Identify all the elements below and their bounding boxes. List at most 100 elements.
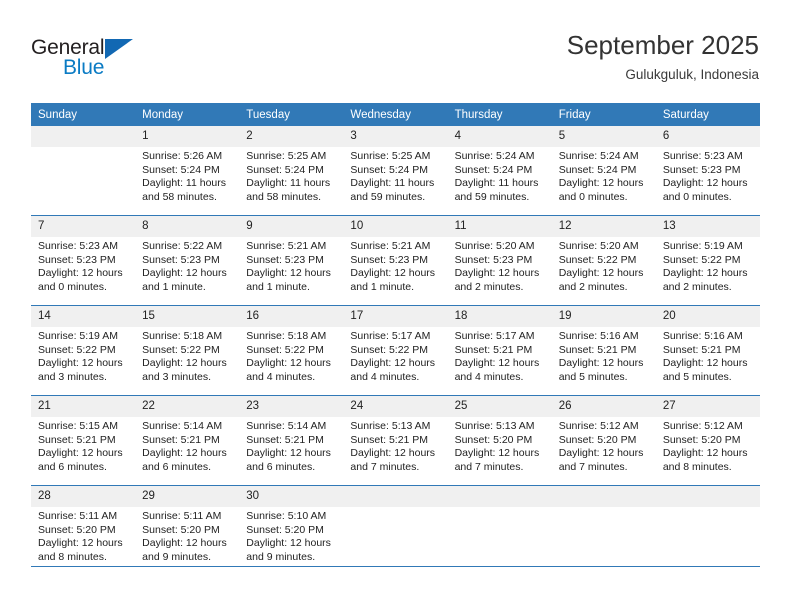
day-cell-inner: 5 Sunrise: 5:24 AM Sunset: 5:24 PM Daylight… bbox=[551, 126, 656, 215]
calendar-day-cell[interactable]: 23 Sunrise: 5:14 AM Sunset: 5:21 PM Dayligh… bbox=[239, 395, 344, 486]
day-cell-inner: 14 Sunrise: 5:19 AM Sunset: 5:22 PM Dayligh… bbox=[31, 306, 136, 395]
day-sun-info: Sunrise: 5:17 AM Sunset: 5:22 PM Daylight:… bbox=[343, 327, 447, 384]
calendar-day-cell[interactable]: 28 Sunrise: 5:11 AM Sunset: 5:20 PM Dayligh… bbox=[31, 485, 136, 575]
calendar-day-cell[interactable]: 18 Sunrise: 5:17 AM Sunset: 5:21 PM Dayligh… bbox=[447, 305, 552, 396]
calendar-day-cell bbox=[343, 485, 448, 575]
day-sun-info: Sunrise: 5:22 AM Sunset: 5:23 PM Daylight:… bbox=[135, 237, 239, 294]
day-number bbox=[31, 126, 136, 147]
calendar-day-cell[interactable]: 9 Sunrise: 5:21 AM Sunset: 5:23 PM Daylight… bbox=[239, 215, 344, 306]
sunset-text: Sunset: 5:22 PM bbox=[350, 343, 429, 356]
day-number: 5 bbox=[551, 126, 656, 147]
daylight-text: Daylight: 12 hours and 7 minutes. bbox=[454, 447, 540, 473]
sunrise-text: Sunrise: 5:25 AM bbox=[350, 150, 431, 162]
calendar-day-cell[interactable]: 25 Sunrise: 5:13 AM Sunset: 5:20 PM Dayligh… bbox=[447, 395, 552, 486]
calendar-day-cell[interactable]: 27 Sunrise: 5:12 AM Sunset: 5:20 PM Dayligh… bbox=[655, 395, 760, 486]
day-number: 22 bbox=[135, 396, 240, 417]
sunrise-text: Sunrise: 5:15 AM bbox=[38, 420, 118, 432]
day-sun-info: Sunrise: 5:18 AM Sunset: 5:22 PM Daylight:… bbox=[135, 327, 239, 384]
day-sun-info: Sunrise: 5:25 AM Sunset: 5:24 PM Daylight:… bbox=[343, 147, 447, 204]
sunrise-text: Sunrise: 5:26 AM bbox=[142, 150, 223, 162]
calendar-day-cell[interactable]: 11 Sunrise: 5:20 AM Sunset: 5:23 PM Dayligh… bbox=[447, 215, 552, 306]
day-cell-inner: 13 Sunrise: 5:19 AM Sunset: 5:22 PM Dayligh… bbox=[655, 216, 760, 305]
calendar-day-cell[interactable]: 30 Sunrise: 5:10 AM Sunset: 5:20 PM Dayligh… bbox=[239, 485, 344, 575]
day-cell-inner: 19 Sunrise: 5:16 AM Sunset: 5:21 PM Dayligh… bbox=[551, 306, 656, 395]
daylight-text: Daylight: 12 hours and 2 minutes. bbox=[662, 267, 748, 293]
calendar-day-cell[interactable]: 19 Sunrise: 5:16 AM Sunset: 5:21 PM Dayligh… bbox=[551, 305, 656, 396]
daylight-text: Daylight: 12 hours and 4 minutes. bbox=[454, 357, 540, 383]
day-sun-info: Sunrise: 5:21 AM Sunset: 5:23 PM Daylight:… bbox=[239, 237, 343, 294]
calendar-day-cell[interactable]: 2 Sunrise: 5:25 AM Sunset: 5:24 PM Daylight… bbox=[239, 126, 344, 216]
daylight-text: Daylight: 11 hours and 59 minutes. bbox=[350, 177, 435, 203]
daylight-text: Daylight: 12 hours and 3 minutes. bbox=[142, 357, 227, 383]
daylight-text: Daylight: 11 hours and 58 minutes. bbox=[142, 177, 226, 203]
sunset-text: Sunset: 5:21 PM bbox=[246, 433, 324, 446]
calendar-page: General Blue September 2025 Gulukguluk, … bbox=[0, 0, 792, 612]
sunrise-text: Sunrise: 5:20 AM bbox=[454, 240, 535, 252]
calendar-week-row: 21 Sunrise: 5:15 AM Sunset: 5:21 PM Dayligh… bbox=[31, 395, 760, 486]
daylight-text: Daylight: 12 hours and 1 minute. bbox=[142, 267, 227, 293]
day-number: 20 bbox=[655, 306, 760, 327]
day-number: 7 bbox=[31, 216, 136, 237]
calendar-day-cell[interactable]: 29 Sunrise: 5:11 AM Sunset: 5:20 PM Dayligh… bbox=[135, 485, 240, 575]
day-number: 1 bbox=[135, 126, 240, 147]
daylight-text: Daylight: 12 hours and 1 minute. bbox=[350, 267, 436, 293]
calendar-day-cell[interactable]: 22 Sunrise: 5:14 AM Sunset: 5:21 PM Dayligh… bbox=[135, 395, 240, 486]
calendar-day-cell[interactable]: 5 Sunrise: 5:24 AM Sunset: 5:24 PM Daylight… bbox=[551, 126, 656, 216]
daylight-text: Daylight: 12 hours and 3 minutes. bbox=[38, 357, 123, 383]
sunrise-text: Sunrise: 5:14 AM bbox=[246, 420, 327, 432]
day-number: 18 bbox=[447, 306, 552, 327]
calendar-day-cell[interactable]: 4 Sunrise: 5:24 AM Sunset: 5:24 PM Daylight… bbox=[447, 126, 552, 216]
weekday-header-wednesday: Wednesday bbox=[343, 103, 448, 126]
calendar-day-cell bbox=[655, 485, 760, 575]
day-cell-inner: 26 Sunrise: 5:12 AM Sunset: 5:20 PM Dayligh… bbox=[551, 396, 656, 485]
calendar-day-cell[interactable]: 20 Sunrise: 5:16 AM Sunset: 5:21 PM Dayligh… bbox=[655, 305, 760, 396]
sunrise-text: Sunrise: 5:13 AM bbox=[350, 420, 431, 432]
day-number: 16 bbox=[239, 306, 344, 327]
sunset-text: Sunset: 5:21 PM bbox=[454, 343, 533, 356]
sunrise-text: Sunrise: 5:11 AM bbox=[38, 510, 118, 522]
day-cell-inner: 4 Sunrise: 5:24 AM Sunset: 5:24 PM Daylight… bbox=[447, 126, 552, 215]
day-number: 25 bbox=[447, 396, 552, 417]
day-cell-inner: 12 Sunrise: 5:20 AM Sunset: 5:22 PM Dayligh… bbox=[551, 216, 656, 305]
calendar-day-cell[interactable]: 13 Sunrise: 5:19 AM Sunset: 5:22 PM Dayligh… bbox=[655, 215, 760, 306]
sunrise-text: Sunrise: 5:19 AM bbox=[662, 240, 743, 252]
calendar-day-cell[interactable]: 21 Sunrise: 5:15 AM Sunset: 5:21 PM Dayligh… bbox=[31, 395, 136, 486]
calendar-day-cell[interactable]: 17 Sunrise: 5:17 AM Sunset: 5:22 PM Dayligh… bbox=[343, 305, 448, 396]
sunset-text: Sunset: 5:20 PM bbox=[246, 523, 324, 536]
calendar-day-cell[interactable]: 10 Sunrise: 5:21 AM Sunset: 5:23 PM Dayligh… bbox=[343, 215, 448, 306]
sunset-text: Sunset: 5:20 PM bbox=[662, 433, 741, 446]
sunset-text: Sunset: 5:21 PM bbox=[142, 433, 220, 446]
day-cell-inner: 25 Sunrise: 5:13 AM Sunset: 5:20 PM Dayligh… bbox=[447, 396, 552, 485]
calendar-day-cell[interactable]: 3 Sunrise: 5:25 AM Sunset: 5:24 PM Daylight… bbox=[343, 126, 448, 216]
day-cell-inner: 24 Sunrise: 5:13 AM Sunset: 5:21 PM Dayligh… bbox=[343, 396, 448, 485]
day-cell-inner: 3 Sunrise: 5:25 AM Sunset: 5:24 PM Daylight… bbox=[343, 126, 448, 215]
calendar-day-cell[interactable]: 26 Sunrise: 5:12 AM Sunset: 5:20 PM Dayligh… bbox=[551, 395, 656, 486]
calendar-day-cell[interactable]: 14 Sunrise: 5:19 AM Sunset: 5:22 PM Dayligh… bbox=[31, 305, 136, 396]
sunset-text: Sunset: 5:22 PM bbox=[662, 253, 741, 266]
day-number: 26 bbox=[551, 396, 656, 417]
day-cell-inner: 11 Sunrise: 5:20 AM Sunset: 5:23 PM Dayligh… bbox=[447, 216, 552, 305]
sunset-text: Sunset: 5:23 PM bbox=[454, 253, 533, 266]
calendar-day-cell[interactable]: 24 Sunrise: 5:13 AM Sunset: 5:21 PM Dayligh… bbox=[343, 395, 448, 486]
calendar-day-cell[interactable]: 16 Sunrise: 5:18 AM Sunset: 5:22 PM Dayligh… bbox=[239, 305, 344, 396]
calendar-week-row: 7 Sunrise: 5:23 AM Sunset: 5:23 PM Daylight… bbox=[31, 215, 760, 306]
sunset-text: Sunset: 5:24 PM bbox=[454, 163, 533, 176]
calendar-day-cell[interactable]: 6 Sunrise: 5:23 AM Sunset: 5:23 PM Daylight… bbox=[655, 126, 760, 216]
weekday-header-friday: Friday bbox=[551, 103, 656, 126]
calendar-day-cell[interactable]: 8 Sunrise: 5:22 AM Sunset: 5:23 PM Daylight… bbox=[135, 215, 240, 306]
weekday-header-row: Sunday Monday Tuesday Wednesday Thursday… bbox=[31, 103, 760, 126]
page-subtitle: Gulukguluk, Indonesia bbox=[625, 67, 759, 82]
day-cell-inner: 17 Sunrise: 5:17 AM Sunset: 5:22 PM Dayligh… bbox=[343, 306, 448, 395]
calendar-day-cell[interactable]: 7 Sunrise: 5:23 AM Sunset: 5:23 PM Daylight… bbox=[31, 215, 136, 306]
day-number: 21 bbox=[31, 396, 136, 417]
sunset-text: Sunset: 5:21 PM bbox=[558, 343, 637, 356]
sunset-text: Sunset: 5:22 PM bbox=[38, 343, 116, 356]
day-cell-inner bbox=[31, 126, 136, 215]
calendar-day-cell[interactable]: 15 Sunrise: 5:18 AM Sunset: 5:22 PM Dayligh… bbox=[135, 305, 240, 396]
calendar-day-cell[interactable]: 12 Sunrise: 5:20 AM Sunset: 5:22 PM Dayligh… bbox=[551, 215, 656, 306]
day-number bbox=[655, 486, 760, 507]
calendar-day-cell[interactable]: 1 Sunrise: 5:26 AM Sunset: 5:24 PM Daylight… bbox=[135, 126, 240, 216]
sunrise-text: Sunrise: 5:18 AM bbox=[246, 330, 327, 342]
sunrise-text: Sunrise: 5:11 AM bbox=[142, 510, 222, 522]
logo-text-blue: Blue bbox=[63, 56, 105, 79]
